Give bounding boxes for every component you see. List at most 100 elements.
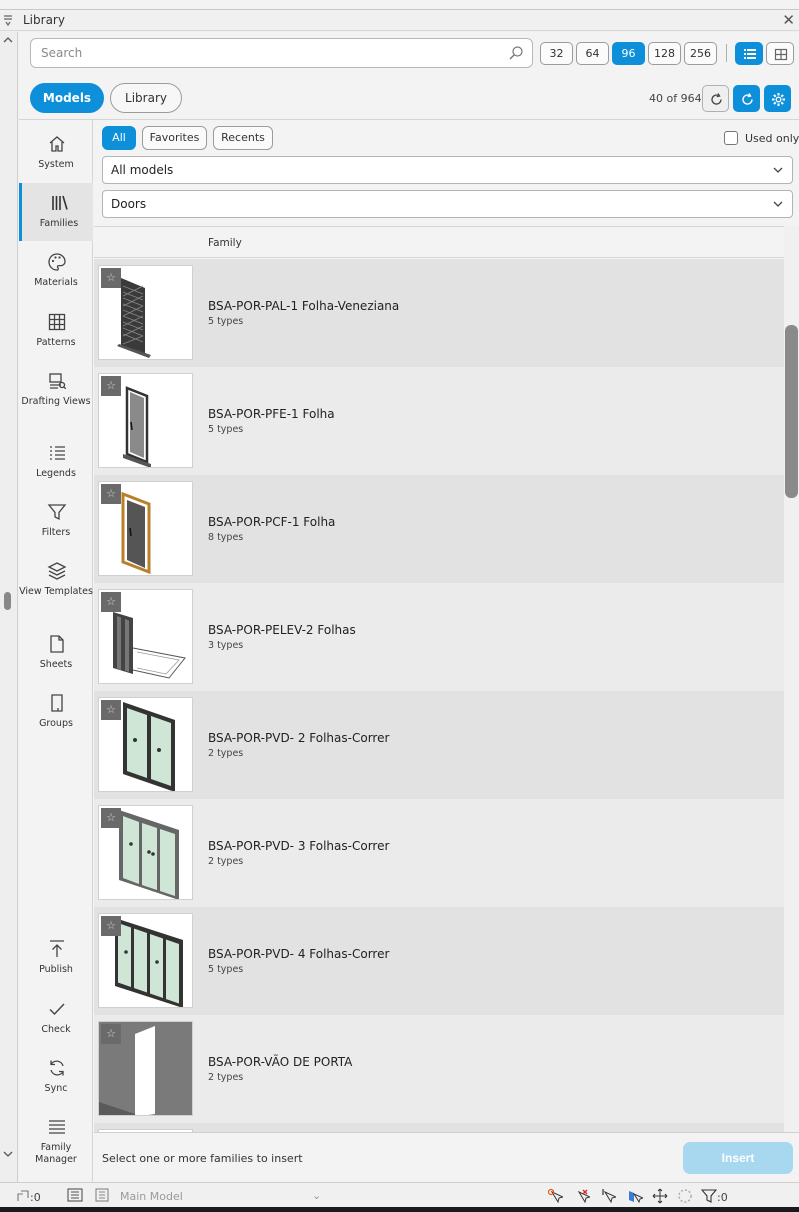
source-tabs: Models Library 40 of 964 xyxy=(19,76,799,120)
thumb-size-64-button[interactable]: 64 xyxy=(576,42,609,65)
sync-arrows-icon xyxy=(50,1060,64,1076)
search-input[interactable] xyxy=(41,44,501,62)
column-family-header[interactable]: Family xyxy=(208,237,242,249)
sidebar-item-sheets[interactable]: Sheets xyxy=(19,624,93,682)
category-select[interactable]: Doors xyxy=(102,190,793,218)
filter-favorites-chip[interactable]: Favorites xyxy=(142,126,207,150)
refresh-button[interactable] xyxy=(702,85,729,112)
chevron-down-icon[interactable]: ⌄ xyxy=(312,1189,321,1202)
gear-icon xyxy=(772,93,785,106)
result-count: 40 of 964 xyxy=(649,92,702,105)
sidebar-item-label: Sheets xyxy=(39,659,73,670)
sidebar-item-label: Drafting Views xyxy=(21,396,91,407)
star-icon[interactable]: ☆ xyxy=(101,1024,121,1044)
sidebar-item-groups[interactable]: Groups xyxy=(19,683,93,741)
search-box[interactable] xyxy=(30,38,533,68)
filter-all-chip[interactable]: All xyxy=(102,126,136,150)
family-name: BSA-POR-PELEV-2 Folhas xyxy=(208,623,356,637)
sidebar-item-system[interactable]: System xyxy=(19,124,93,182)
settings-button[interactable] xyxy=(764,85,791,112)
sidebar-item-check[interactable]: Check xyxy=(19,989,93,1047)
family-row[interactable]: ☆ BSA-POR-PVD- 2 Folhas-Correr 2 types xyxy=(94,691,784,799)
sidebar-item-families[interactable]: Families xyxy=(19,183,93,241)
thumb-size-128-button[interactable]: 128 xyxy=(648,42,681,65)
sheet-icon xyxy=(50,635,64,653)
search-toolbar: 32 64 96 128 256 xyxy=(19,32,799,76)
family-row[interactable]: ☆ BSA-POR-PVD- 4 Folhas-Correr 5 types xyxy=(94,907,784,1015)
family-types: 2 types xyxy=(208,1072,244,1083)
sidebar-item-view-templates[interactable]: View Templates xyxy=(19,551,93,617)
design-options-icon[interactable] xyxy=(94,1188,110,1205)
family-row[interactable]: ☆ BSA-POR-PVD- 3 Folhas-Correr 2 types xyxy=(94,799,784,907)
sidebar-item-materials[interactable]: Materials xyxy=(19,242,93,300)
family-row[interactable]: ☆ BSA-POR-PELEV-2 Folhas 3 types xyxy=(94,583,784,691)
thumb-size-256-button[interactable]: 256 xyxy=(684,42,717,65)
sidebar-item-label: Patterns xyxy=(36,337,76,348)
filter-status[interactable]: :0 xyxy=(700,1188,728,1204)
close-icon[interactable]: ✕ xyxy=(782,11,795,29)
family-row[interactable]: ☆ BSA-POR-PCF-1 Folha 8 types xyxy=(94,475,784,583)
window-title: Library xyxy=(23,13,65,27)
star-icon[interactable]: ☆ xyxy=(101,808,121,828)
chevron-down-icon[interactable] xyxy=(3,1150,13,1161)
list-scrollbar[interactable] xyxy=(784,226,799,1132)
sidebar-item-filters[interactable]: Filters xyxy=(19,492,93,550)
family-thumbnail: ☆ xyxy=(98,1021,193,1116)
star-icon[interactable]: ☆ xyxy=(101,268,121,288)
filter-recents-chip[interactable]: Recents xyxy=(213,126,273,150)
family-row[interactable]: ☆ BSA-POR-PAL-1 Folha-Veneziana 5 types xyxy=(94,259,784,367)
palette-icon xyxy=(48,253,66,271)
sidebar-item-label: Materials xyxy=(34,277,78,288)
search-icon[interactable] xyxy=(508,45,524,61)
model-scope-select[interactable]: All models xyxy=(102,156,793,184)
tab-library[interactable]: Library xyxy=(110,83,182,113)
grid-icon xyxy=(48,313,66,331)
drafting-view-icon xyxy=(49,373,67,390)
family-row[interactable]: ☆ BSA-POR-VÃO DE PORTA 2 types xyxy=(94,1015,784,1123)
title-bar: Library ✕ xyxy=(0,11,799,31)
star-icon[interactable]: ☆ xyxy=(101,376,121,396)
worksets-count: :0 xyxy=(30,1191,41,1204)
family-list: ☆ BSA-POR-PAL-1 Folha-Veneziana 5 types xyxy=(94,259,784,1132)
family-name: BSA-POR-PCF-1 Folha xyxy=(208,515,336,529)
select-pinned-icon[interactable] xyxy=(600,1188,618,1207)
worksets-status[interactable]: :0 xyxy=(16,1189,41,1204)
tab-models[interactable]: Models xyxy=(30,83,104,113)
used-only-checkbox[interactable] xyxy=(724,131,738,145)
grid-view-button[interactable] xyxy=(766,42,794,65)
list-view-button[interactable] xyxy=(735,42,763,65)
star-icon[interactable]: ☆ xyxy=(101,700,121,720)
sidebar-item-family-manager[interactable]: Family Manager xyxy=(19,1107,93,1173)
sidebar-item-legends[interactable]: Legends xyxy=(19,433,93,491)
star-icon[interactable]: ☆ xyxy=(101,916,121,936)
sidebar-item-publish[interactable]: Publish xyxy=(19,929,93,987)
funnel-icon xyxy=(47,504,67,521)
star-icon[interactable]: ☆ xyxy=(101,484,121,504)
family-row[interactable]: ☆ BSA-POR-PFE-1 Folha 5 types xyxy=(94,367,784,475)
sidebar-item-label: Check xyxy=(41,1024,71,1035)
thumb-size-96-button[interactable]: 96 xyxy=(612,42,645,65)
insert-footer: Select one or more families to insert In… xyxy=(94,1132,799,1182)
drag-elements-icon[interactable] xyxy=(652,1188,668,1207)
worksets-dialog-icon[interactable] xyxy=(67,1188,83,1205)
scrollbar-thumb[interactable] xyxy=(785,325,798,498)
thumb-size-32-button[interactable]: 32 xyxy=(540,42,573,65)
select-by-face-icon[interactable] xyxy=(627,1188,645,1207)
star-icon[interactable]: ☆ xyxy=(101,592,121,612)
filter-count: :0 xyxy=(717,1191,728,1204)
chevron-down-icon xyxy=(773,201,783,207)
family-row[interactable] xyxy=(94,1123,784,1132)
grid-view-icon xyxy=(774,48,788,61)
splitter-grip[interactable] xyxy=(4,592,11,610)
chevron-up-icon[interactable] xyxy=(3,36,13,47)
sidebar-item-label: Sync xyxy=(44,1083,68,1094)
select-links-icon[interactable] xyxy=(547,1188,565,1207)
insert-button[interactable]: Insert xyxy=(683,1142,793,1174)
select-underlay-icon[interactable] xyxy=(574,1188,592,1207)
sync-library-button[interactable] xyxy=(733,85,760,112)
sidebar-item-drafting-views[interactable]: Drafting Views xyxy=(19,361,93,427)
panel-menu-icon[interactable] xyxy=(3,14,15,28)
background-process-icon[interactable] xyxy=(677,1188,693,1207)
sidebar-item-sync[interactable]: Sync xyxy=(19,1048,93,1106)
sidebar-item-patterns[interactable]: Patterns xyxy=(19,302,93,360)
